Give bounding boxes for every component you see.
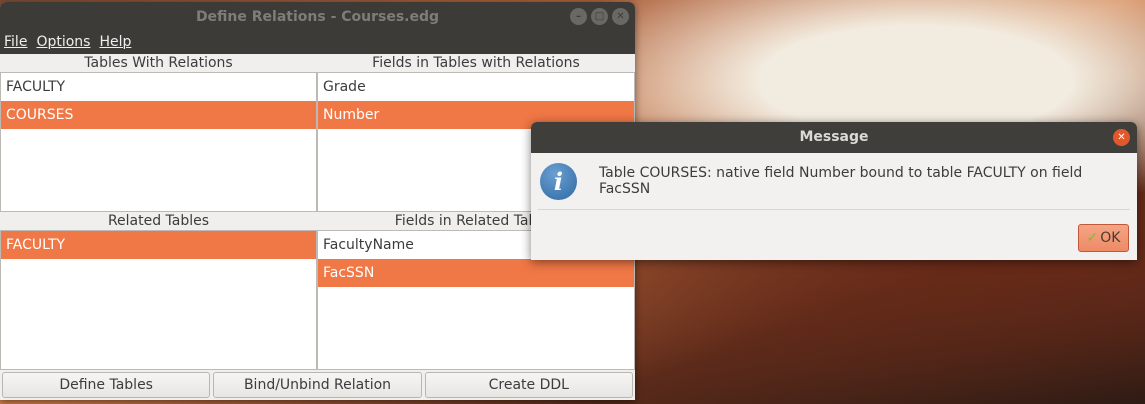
menu-file[interactable]: File xyxy=(4,32,27,54)
divider xyxy=(538,209,1130,210)
bind-unbind-relation-button[interactable]: Bind/Unbind Relation xyxy=(213,372,422,398)
close-icon[interactable]: ✕ xyxy=(612,8,629,25)
window-title: Define Relations - Courses.edg xyxy=(195,9,440,25)
close-icon[interactable]: ✕ xyxy=(1113,129,1130,146)
define-tables-button[interactable]: Define Tables xyxy=(2,372,211,398)
message-dialog: Message ✕ i Table COURSES: native field … xyxy=(531,122,1137,260)
checkmark-icon: ✓ xyxy=(1086,230,1099,246)
window-titlebar[interactable]: Define Relations - Courses.edg – □ ✕ xyxy=(0,2,635,32)
fields-in-tables-header: Fields in Tables with Relations xyxy=(372,55,580,71)
menu-bar: File Options Help xyxy=(0,32,635,54)
ok-label: OK xyxy=(1100,230,1121,246)
dialog-message: Table COURSES: native field Number bound… xyxy=(598,165,1083,197)
maximize-icon[interactable]: □ xyxy=(591,8,608,25)
list-item-selected[interactable]: COURSES xyxy=(1,101,316,129)
minimize-icon[interactable]: – xyxy=(570,8,587,25)
create-ddl-button[interactable]: Create DDL xyxy=(424,372,633,398)
related-tables-header: Related Tables xyxy=(107,213,210,229)
menu-options[interactable]: Options xyxy=(36,32,90,54)
menu-help[interactable]: Help xyxy=(99,32,131,54)
info-icon: i xyxy=(540,162,577,200)
tables-with-relations-header: Tables With Relations xyxy=(84,55,233,71)
dialog-titlebar[interactable]: Message ✕ xyxy=(531,122,1137,153)
list-item-selected[interactable]: FacSSN xyxy=(318,259,634,287)
list-item[interactable]: Grade xyxy=(318,73,634,101)
ok-button[interactable]: ✓ OK xyxy=(1078,224,1129,252)
list-item[interactable]: FACULTY xyxy=(1,73,316,101)
related-tables-list[interactable]: FACULTY xyxy=(0,230,317,370)
tables-with-relations-list[interactable]: FACULTY COURSES xyxy=(0,72,317,212)
dialog-title: Message xyxy=(799,129,869,145)
list-item-selected[interactable]: FACULTY xyxy=(1,231,316,259)
